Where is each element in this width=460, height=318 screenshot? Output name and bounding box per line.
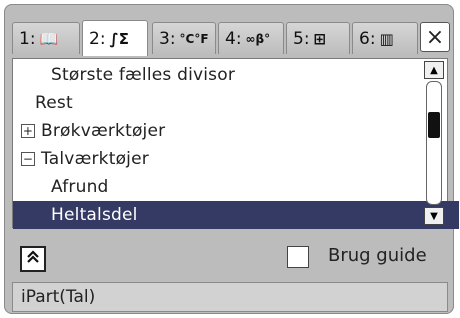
bottom-bar: Brug guide — [12, 242, 448, 274]
book-icon: 📖 — [39, 29, 59, 48]
expand-icon[interactable]: + — [21, 124, 35, 138]
chevron-down-icon: ▼ — [430, 210, 438, 222]
list-item[interactable]: Rest — [13, 89, 443, 117]
tab-number: 5: — [293, 28, 310, 49]
list-item-label: Afrund — [51, 177, 109, 197]
category-item[interactable]: + Brøkværktøjer — [13, 117, 429, 145]
tab-1[interactable]: 1: 📖 — [12, 22, 80, 54]
tab-number: 3: — [159, 28, 176, 49]
list-item-label: Talværktøjer — [41, 149, 149, 169]
collapse-icon[interactable]: − — [21, 152, 35, 166]
category-item[interactable]: − Talværktøjer — [13, 145, 429, 173]
unit-conversion-icon: °C°F — [179, 31, 209, 46]
double-chevron-up-icon — [26, 250, 40, 268]
guide-checkbox[interactable] — [287, 246, 309, 268]
list-item[interactable]: Afrund — [13, 173, 459, 201]
templates-icon: ⊞ — [313, 29, 327, 48]
tab-number: 6: — [359, 28, 376, 49]
math-templates-icon: ∫Σ — [109, 29, 129, 48]
list-item-label: Heltalsdel — [51, 205, 138, 225]
list-item[interactable]: Største fælles divisor — [13, 61, 459, 89]
function-list: Største fælles divisor Rest + Brøkværktø… — [12, 58, 459, 229]
library-icon: ▥ — [379, 29, 394, 48]
tab-5[interactable]: 5: ⊞ — [286, 22, 350, 54]
tab-number: 1: — [19, 28, 36, 49]
syntax-text: iPart(Tal) — [21, 287, 96, 307]
guide-checkbox-label[interactable]: Brug guide — [328, 245, 427, 266]
list-item-selected[interactable]: Heltalsdel — [13, 201, 459, 229]
scroll-track[interactable] — [426, 81, 442, 205]
scroll-thumb[interactable] — [428, 112, 440, 138]
scroll-up-button[interactable]: ▲ — [424, 61, 444, 79]
tab-number: 4: — [225, 28, 242, 49]
tab-bar: 1: 📖 2: ∫Σ 3: °C°F 4: ∞β° 5: ⊞ 6: ▥ — [12, 20, 448, 56]
list-item-label: Største fælles divisor — [51, 65, 236, 85]
close-icon: × — [425, 24, 445, 50]
collapse-button[interactable] — [20, 246, 46, 272]
list-item-label: Rest — [35, 93, 73, 113]
chevron-up-icon: ▲ — [430, 64, 438, 76]
tab-3[interactable]: 3: °C°F — [152, 22, 216, 54]
scroll-down-button[interactable]: ▼ — [424, 207, 444, 225]
tab-2[interactable]: 2: ∫Σ — [82, 20, 148, 56]
list-item-label: Brøkværktøjer — [41, 121, 166, 141]
tab-4[interactable]: 4: ∞β° — [218, 22, 284, 54]
tab-number: 2: — [89, 28, 106, 49]
close-button[interactable]: × — [420, 22, 450, 52]
scrollbar[interactable]: ▲ ▼ — [424, 61, 444, 225]
tab-6[interactable]: 6: ▥ — [352, 22, 418, 54]
symbols-icon: ∞β° — [245, 31, 271, 46]
syntax-help: iPart(Tal) — [12, 282, 448, 312]
